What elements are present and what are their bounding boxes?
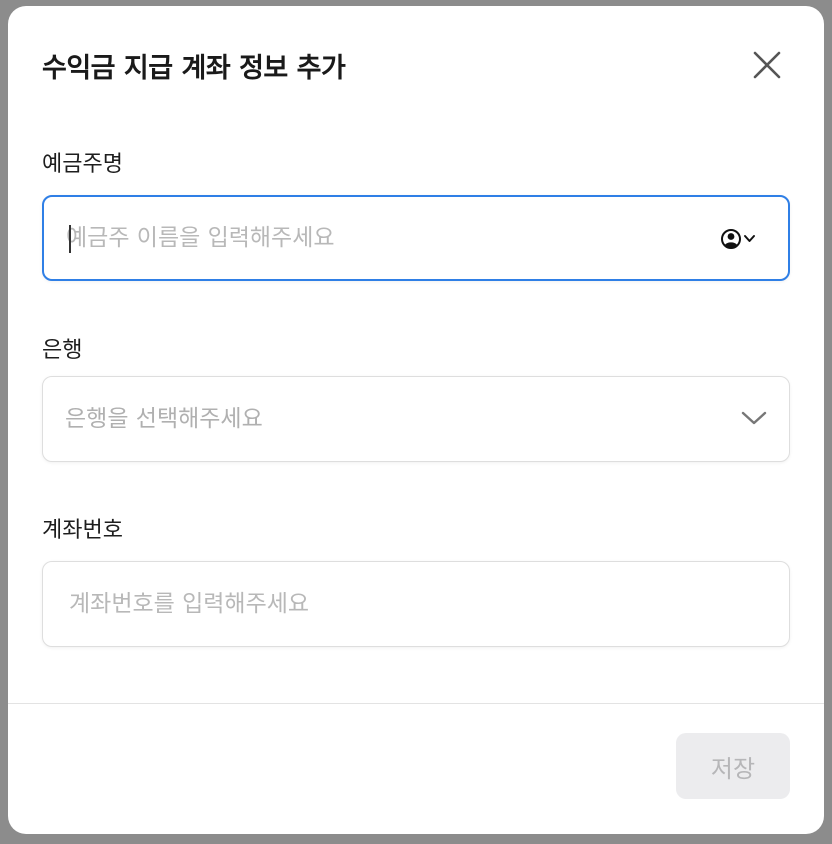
bank-label: 은행: [42, 338, 83, 363]
contact-autofill-button[interactable]: [720, 228, 760, 250]
chevron-down-icon: [741, 411, 767, 425]
holder-name-label: 예금주명: [42, 152, 123, 177]
dialog-title: 수익금 지급 계좌 정보 추가: [42, 53, 346, 84]
account-number-input[interactable]: [69, 562, 669, 646]
holder-name-field[interactable]: [42, 195, 790, 281]
bank-select-placeholder: 은행을 선택해주세요: [65, 406, 263, 432]
bank-select[interactable]: 은행을 선택해주세요: [42, 376, 790, 462]
account-number-label: 계좌번호: [42, 518, 123, 543]
text-caret: [69, 225, 71, 253]
footer-divider: [8, 703, 824, 704]
person-circle-icon: [721, 229, 755, 249]
holder-name-input[interactable]: [66, 197, 666, 279]
close-icon: [753, 51, 781, 79]
account-number-field[interactable]: [42, 561, 790, 647]
dialog-header: 수익금 지급 계좌 정보 추가: [42, 42, 790, 86]
save-button[interactable]: 저장: [676, 733, 790, 799]
add-payout-account-dialog: 수익금 지급 계좌 정보 추가 예금주명 은행 은행을 선택해주세요: [8, 6, 824, 834]
close-button[interactable]: [752, 50, 782, 80]
